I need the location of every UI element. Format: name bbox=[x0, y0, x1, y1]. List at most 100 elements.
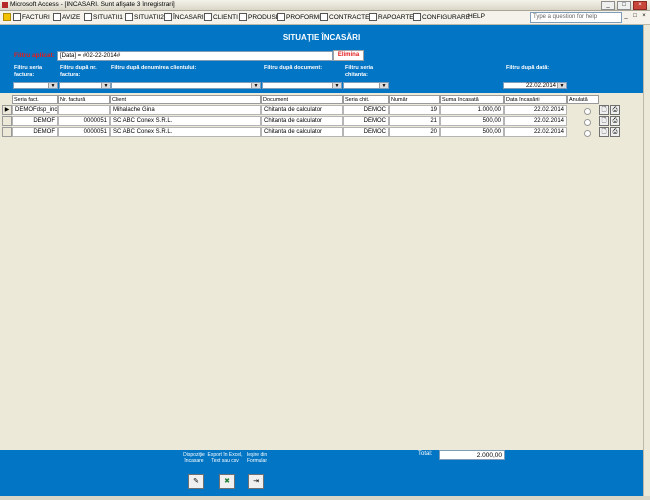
cell-document[interactable]: Chitanta de calculator bbox=[261, 105, 343, 115]
exit-form-button[interactable]: ⇥ bbox=[248, 474, 264, 489]
col-header-series: Seria fact. bbox=[12, 95, 58, 104]
chevron-down-icon[interactable]: ▼ bbox=[101, 83, 110, 89]
menu-item-proforme[interactable]: PROFORME bbox=[277, 13, 324, 21]
menu-item-rapoarte[interactable]: RAPOARTE bbox=[369, 13, 414, 21]
cell-date[interactable]: 22.02.2014 bbox=[504, 105, 567, 115]
cell-series[interactable]: DEMOFdsp_inc bbox=[12, 105, 58, 115]
close-button[interactable]: × bbox=[633, 1, 647, 10]
record-selector-current[interactable]: ▶ bbox=[2, 105, 12, 115]
menu-item-label: CONTRACTE bbox=[329, 13, 370, 21]
filter-document-combo[interactable]: ▼ bbox=[262, 82, 342, 89]
cancelled-radio[interactable] bbox=[584, 108, 591, 115]
filter-client-combo[interactable]: ▼ bbox=[111, 82, 261, 89]
clients-icon bbox=[204, 13, 212, 21]
maximize-button[interactable]: □ bbox=[617, 1, 631, 10]
menu-item-label: HELP bbox=[468, 13, 485, 20]
col-header-cancelled: Anulată bbox=[567, 95, 599, 104]
cell-receipt-series[interactable]: DEMOC bbox=[343, 116, 389, 126]
total-label: Total: bbox=[418, 451, 433, 457]
filter-number-combo[interactable]: ▼ bbox=[59, 82, 111, 89]
menu-item-incasari[interactable]: ÎNCASARI bbox=[164, 13, 204, 21]
print-icon[interactable]: ⎙ bbox=[610, 105, 620, 115]
form-footer: Dispoziţie încasare Export în Excel, Tex… bbox=[0, 450, 643, 496]
chevron-down-icon[interactable]: ▼ bbox=[379, 83, 388, 89]
right-scroll-area bbox=[643, 25, 650, 496]
filter-panel: Filtru aplicat: [Data] = #02-22-2014# El… bbox=[0, 49, 643, 93]
mdi-restore-button[interactable]: □ bbox=[631, 12, 639, 20]
cell-amount[interactable]: 500,00 bbox=[440, 116, 504, 126]
applied-filter-label: Filtru aplicat: bbox=[14, 52, 55, 59]
menu-item-contracte[interactable]: CONTRACTE bbox=[320, 13, 369, 21]
cancelled-radio[interactable] bbox=[584, 130, 591, 137]
excel-export-icon: ✖ bbox=[224, 478, 230, 485]
col-header-receipt-no: Număr bbox=[389, 95, 440, 104]
print-icon[interactable]: ⎙ bbox=[610, 116, 620, 126]
menu-item-facturi[interactable]: FACTURI bbox=[13, 13, 50, 21]
print-icon[interactable]: ⎙ bbox=[610, 127, 620, 137]
menu-grip-icon bbox=[3, 13, 11, 21]
export-button[interactable]: ✖ bbox=[219, 474, 235, 489]
window-title: Microsoft Access - [INCASARI. Sunt afişa… bbox=[10, 1, 175, 8]
col-header-receipt-series: Seria chit. bbox=[343, 95, 389, 104]
cell-client[interactable]: SC ABC Conex S.R.L. bbox=[110, 127, 261, 137]
chevron-down-icon[interactable]: ▼ bbox=[48, 83, 57, 89]
menu-item-label: CLIENTI bbox=[213, 13, 238, 21]
mdi-minimize-button[interactable]: _ bbox=[622, 12, 630, 20]
cell-document[interactable]: Chitanta de calculator bbox=[261, 127, 343, 137]
filter-document-label: Filtru după document: bbox=[264, 65, 323, 71]
access-app-icon[interactable] bbox=[2, 2, 8, 8]
filter-series-combo[interactable]: ▼ bbox=[13, 82, 58, 89]
cell-client[interactable]: SC ABC Conex S.R.L. bbox=[110, 116, 261, 126]
cell-amount[interactable]: 1.000,00 bbox=[440, 105, 504, 115]
filter-date-value: 22.02.2014 bbox=[525, 83, 556, 89]
view-document-icon[interactable]: 🗋 bbox=[599, 127, 609, 137]
chevron-down-icon[interactable]: ▼ bbox=[332, 83, 341, 89]
remove-filter-button[interactable]: Elimina bbox=[333, 50, 364, 61]
receipt-disposition-button[interactable]: ✎ bbox=[188, 474, 204, 489]
cell-date[interactable]: 22.02.2014 bbox=[504, 127, 567, 137]
minimize-button[interactable]: _ bbox=[601, 1, 615, 10]
cell-series[interactable]: DEMOF bbox=[12, 116, 58, 126]
view-document-icon[interactable]: 🗋 bbox=[599, 116, 609, 126]
avize-icon bbox=[53, 13, 61, 21]
cell-series[interactable]: DEMOF bbox=[12, 127, 58, 137]
chevron-down-icon[interactable]: ▼ bbox=[557, 83, 566, 89]
cell-receipt-series[interactable]: DEMOC bbox=[343, 105, 389, 115]
cell-receipt-no[interactable]: 19 bbox=[389, 105, 440, 115]
cell-amount[interactable]: 500,00 bbox=[440, 127, 504, 137]
cell-receipt-series[interactable]: DEMOC bbox=[343, 127, 389, 137]
cell-client[interactable]: Mihalache Gina bbox=[110, 105, 261, 115]
mdi-window-controls: _ □ × bbox=[622, 12, 648, 20]
menu-item-produse[interactable]: PRODUSE bbox=[239, 13, 280, 21]
menu-item-clienti[interactable]: CLIENTI bbox=[204, 13, 238, 21]
menu-item-configurare[interactable]: CONFIGURARE bbox=[413, 13, 470, 21]
total-value-field: 2.000,00 bbox=[439, 450, 505, 460]
filter-receipt-series-combo[interactable]: ▼ bbox=[343, 82, 389, 89]
menu-item-help[interactable]: HELP bbox=[468, 13, 485, 20]
cell-receipt-no[interactable]: 21 bbox=[389, 116, 440, 126]
record-selector[interactable] bbox=[2, 127, 12, 137]
cell-document[interactable]: Chitanta de calculator bbox=[261, 116, 343, 126]
filter-date-label: Filtru după dată: bbox=[506, 65, 550, 71]
title-bar: Microsoft Access - [INCASARI. Sunt afişa… bbox=[0, 0, 650, 11]
reports-icon bbox=[369, 13, 377, 21]
col-header-date: Data încasării bbox=[504, 95, 567, 104]
cell-invoice-no[interactable]: 0000051 bbox=[58, 116, 110, 126]
view-document-icon[interactable]: 🗋 bbox=[599, 105, 609, 115]
contract-icon bbox=[320, 13, 328, 21]
menu-item-situatii1[interactable]: SITUATII1 bbox=[84, 13, 123, 21]
help-search-input[interactable]: Type a question for help bbox=[530, 12, 622, 23]
record-selector[interactable] bbox=[2, 116, 12, 126]
exit-door-icon: ⇥ bbox=[253, 478, 259, 485]
cancelled-radio[interactable] bbox=[584, 119, 591, 126]
mdi-close-button[interactable]: × bbox=[640, 12, 648, 20]
filter-date-combo[interactable]: 22.02.2014 ▼ bbox=[503, 82, 567, 89]
cell-invoice-no[interactable] bbox=[58, 105, 110, 115]
config-icon bbox=[413, 13, 421, 21]
chevron-down-icon[interactable]: ▼ bbox=[251, 83, 260, 89]
cell-receipt-no[interactable]: 20 bbox=[389, 127, 440, 137]
cell-invoice-no[interactable]: 0000051 bbox=[58, 127, 110, 137]
menu-item-situatii2[interactable]: SITUATII2 bbox=[125, 13, 164, 21]
cell-date[interactable]: 22.02.2014 bbox=[504, 116, 567, 126]
menu-item-avize[interactable]: AVIZE bbox=[53, 13, 80, 21]
